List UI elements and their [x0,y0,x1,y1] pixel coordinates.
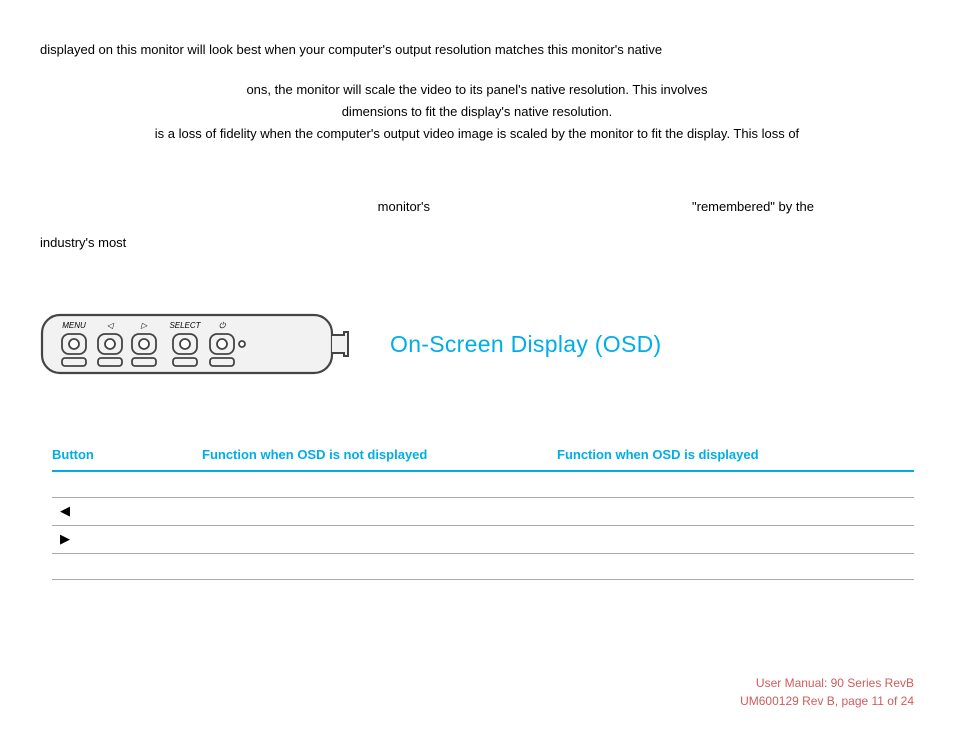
th-button: Button [52,447,202,462]
section-heading-osd: On-Screen Display (OSD) [390,331,661,358]
svg-text:SELECT: SELECT [169,321,201,330]
body-line-4: is a loss of fidelity when the computer'… [40,124,914,144]
svg-text:MENU: MENU [62,321,86,330]
footer-page-number: UM600129 Rev B, page 11 of 24 [740,692,914,710]
body-fragment-remembered: "remembered" by the [692,197,814,217]
body-line-6: industry's most [40,233,914,253]
svg-text:▷: ▷ [140,321,148,330]
table-header-row: Button Function when OSD is not displaye… [52,439,914,472]
osd-panel-illustration: MENU ◁ ▷ SELECT ⏻ [40,311,350,379]
row-button-left-arrow: ◀ [52,503,202,519]
page-footer: User Manual: 90 Series RevB UM600129 Rev… [740,674,914,710]
th-displayed: Function when OSD is displayed [557,447,914,462]
table-row: ▶ [52,526,914,554]
row-button-right-arrow: ▶ [52,531,202,547]
th-not-displayed: Function when OSD is not displayed [202,447,557,462]
body-line-1: displayed on this monitor will look best… [40,40,914,60]
table-row [52,554,914,580]
body-line-2: ons, the monitor will scale the video to… [40,80,914,100]
osd-button-table: Button Function when OSD is not displaye… [52,439,914,580]
footer-doc-title: User Manual: 90 Series RevB [740,674,914,692]
table-row: ◀ [52,498,914,526]
body-line-5: monitor's "remembered" by the [40,197,914,217]
panel-heading-row: MENU ◁ ▷ SELECT ⏻ [40,311,914,379]
body-fragment-monitor: monitor's [40,197,430,217]
table-row [52,472,914,498]
body-line-3: dimensions to fit the display's native r… [40,102,914,122]
